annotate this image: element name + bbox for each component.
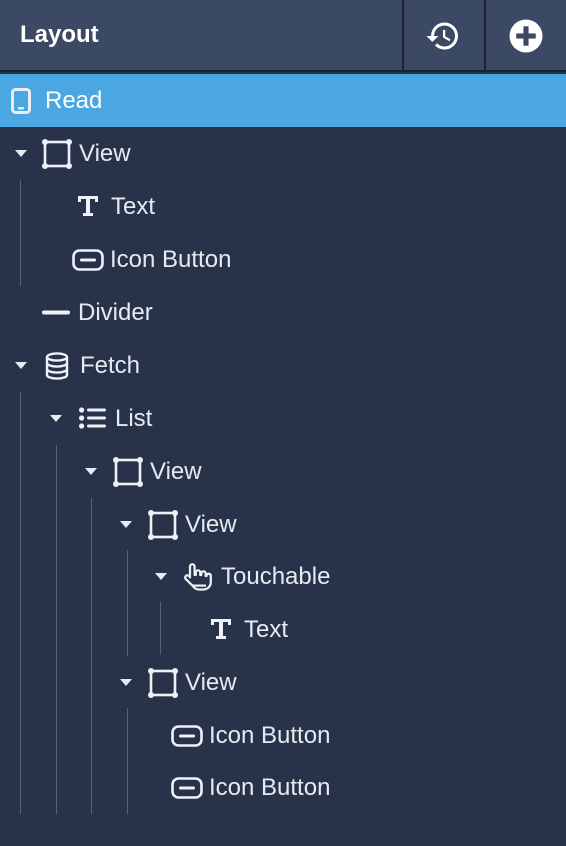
tree-item-label: Divider (78, 298, 153, 326)
caret-down-icon[interactable] (85, 468, 97, 475)
tree-item-label: Touchable (221, 562, 331, 590)
tree-item-divider[interactable]: Divider (0, 286, 566, 339)
tree-item-label: Text (111, 192, 156, 220)
tree-item-label: Icon Button (209, 773, 331, 801)
tree-item-view[interactable]: View (0, 498, 566, 551)
view-frame-icon (42, 139, 72, 169)
text-icon (76, 194, 100, 218)
panel-title: Layout (20, 21, 99, 48)
layout-panel-header: Layout (0, 0, 566, 72)
tree-item-label: Icon Button (110, 245, 232, 273)
caret-down-icon[interactable] (155, 573, 167, 580)
tree-item-label: View (150, 457, 202, 485)
tree-item-label: Icon Button (209, 721, 331, 749)
add-circle-icon (509, 19, 543, 53)
view-frame-icon (148, 668, 178, 698)
caret-down-icon[interactable] (15, 150, 27, 157)
tree-item-text[interactable]: Text (0, 180, 566, 233)
tree-item-list[interactable]: List (0, 392, 566, 445)
tree-item-icon-button[interactable]: Icon Button (0, 233, 566, 286)
caret-down-icon[interactable] (120, 679, 132, 686)
caret-down-icon[interactable] (15, 362, 27, 369)
icon-button-icon (72, 249, 104, 271)
tree-item-label: Text (244, 615, 289, 643)
tree-item-label: Read (45, 86, 103, 114)
caret-down-icon[interactable] (50, 415, 62, 422)
view-frame-icon (113, 457, 143, 487)
icon-button-icon (171, 777, 203, 799)
tree-item-label: View (79, 139, 131, 167)
tree-item-view[interactable]: View (0, 127, 566, 180)
database-icon (45, 352, 69, 380)
divider-icon (42, 310, 70, 316)
tree-item-icon-button[interactable]: Icon Button (0, 709, 566, 762)
tree-item-view[interactable]: View (0, 445, 566, 498)
layer-tree: Read View Text Icon Button Divider Fetch… (0, 74, 566, 846)
tree-item-label: View (185, 510, 237, 538)
view-frame-icon (148, 510, 178, 540)
history-icon (426, 22, 458, 50)
add-button[interactable] (484, 0, 566, 72)
tree-item-touchable[interactable]: Touchable (0, 550, 566, 603)
icon-button-icon (171, 725, 203, 747)
tree-item-read[interactable]: Read (0, 74, 566, 127)
list-icon (79, 407, 106, 429)
tree-item-fetch[interactable]: Fetch (0, 339, 566, 392)
caret-down-icon[interactable] (120, 521, 132, 528)
tree-item-text[interactable]: Text (0, 603, 566, 656)
touch-hand-icon (184, 563, 212, 591)
tree-item-view[interactable]: View (0, 656, 566, 709)
history-button[interactable] (402, 0, 482, 72)
tree-item-icon-button[interactable]: Icon Button (0, 761, 566, 814)
phone-icon (11, 88, 31, 114)
tree-item-label: List (115, 404, 153, 432)
tree-item-label: Fetch (80, 351, 141, 379)
text-icon (209, 617, 233, 641)
tree-item-label: View (185, 668, 237, 696)
